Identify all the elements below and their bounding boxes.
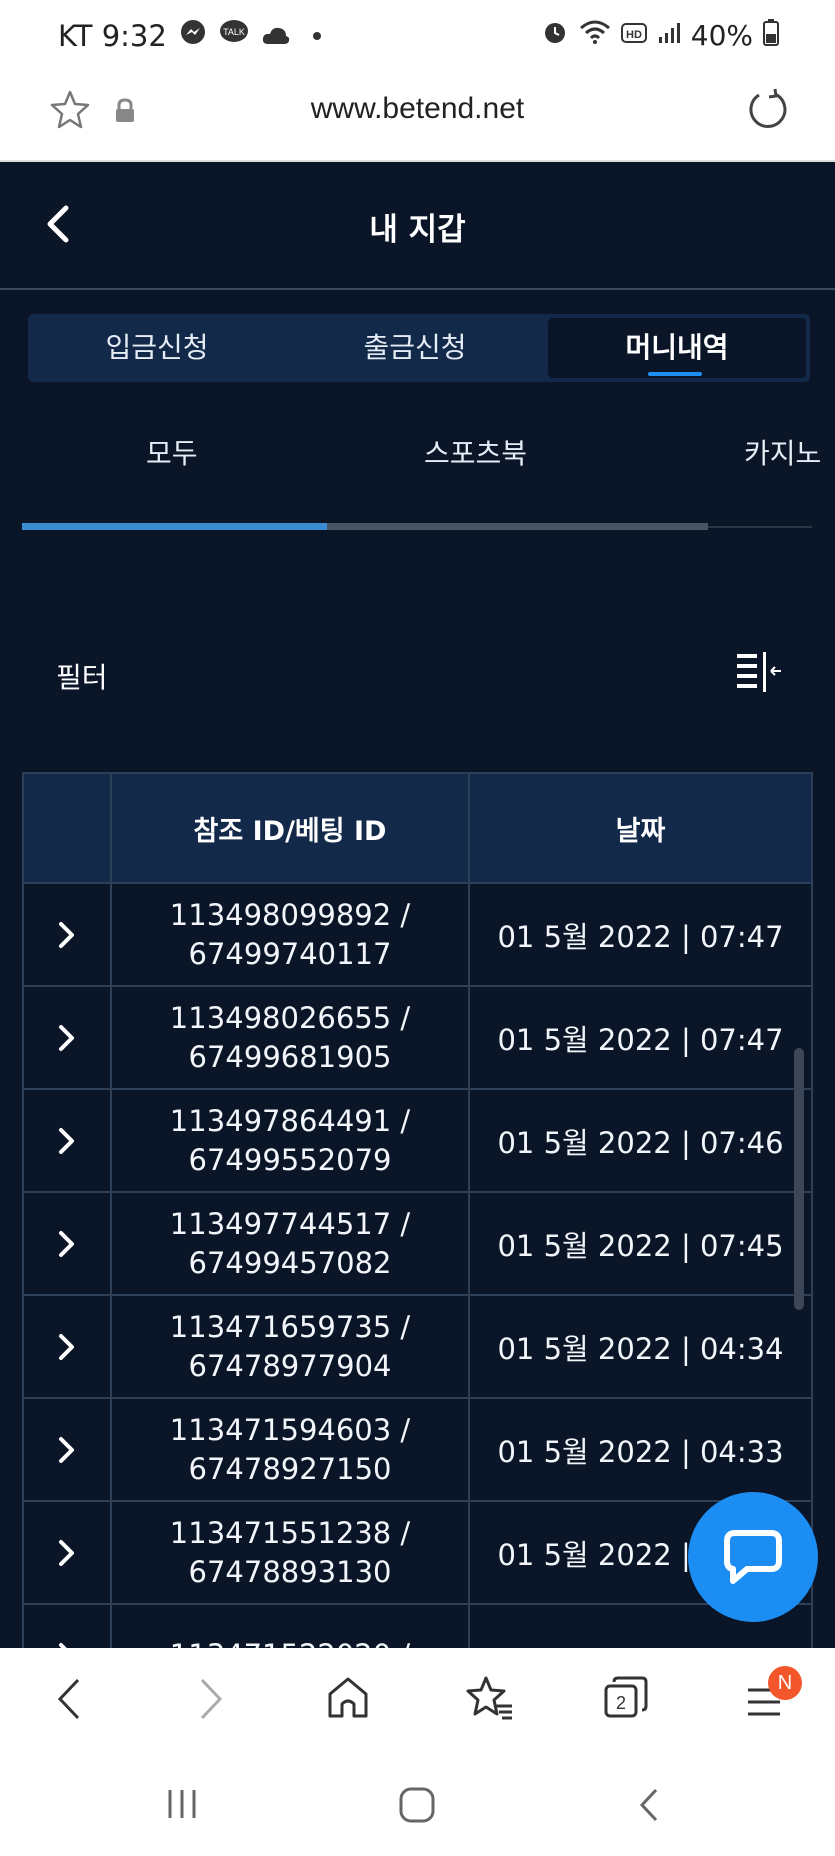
- header-date: 날짜: [615, 815, 666, 847]
- app-header: 내 지갑: [0, 162, 835, 290]
- ref-bet-id-cell: 113497744517 / 67499457082: [112, 1193, 470, 1294]
- reload-icon[interactable]: [745, 86, 791, 136]
- back-nav-icon[interactable]: [636, 1786, 662, 1828]
- table-row[interactable]: 113497864491 / 67499552079 01 5월 2022 | 07…: [24, 1090, 811, 1193]
- expand-row-chevron-icon[interactable]: [24, 1605, 112, 1648]
- home-nav-icon[interactable]: [398, 1786, 436, 1828]
- alarm-icon: [541, 18, 569, 53]
- table-row[interactable]: 113471522020 /: [24, 1605, 811, 1648]
- table-row[interactable]: 113498026655 / 67499681905 01 5월 2022 | 07…: [24, 987, 811, 1090]
- date-cell: 01 5월 2022 | 07:47: [497, 919, 784, 954]
- header-expand: [24, 774, 112, 882]
- table-scrollbar[interactable]: [794, 1048, 804, 1310]
- bet-id: 67499457082: [188, 1245, 392, 1280]
- tab-money-history[interactable]: 머니내역: [548, 318, 806, 378]
- ref-bet-id-cell: 113498099892 / 67499740117: [112, 884, 470, 985]
- battery-percent: 40%: [690, 19, 753, 52]
- subtab-casino[interactable]: 카지노: [744, 432, 835, 472]
- messenger-icon: [179, 18, 207, 53]
- subtabs: 모두 스포츠북 카지노: [22, 432, 821, 492]
- menu-icon[interactable]: N: [744, 1666, 802, 1726]
- chat-icon: [724, 1530, 782, 1584]
- expand-row-chevron-icon[interactable]: [24, 1399, 112, 1500]
- notification-dot: [312, 31, 321, 40]
- wallet-tabs: 입금신청 출금신청 머니내역: [28, 314, 810, 382]
- bet-id: 67499552079: [188, 1142, 392, 1177]
- battery-icon: [763, 18, 779, 53]
- wifi-icon: [579, 18, 611, 53]
- svg-text:TALK: TALK: [223, 27, 245, 37]
- date-cell: 01 5월 2022 | 04:34: [497, 1331, 784, 1366]
- bet-id: 67478977904: [188, 1348, 392, 1383]
- expand-row-chevron-icon[interactable]: [24, 1090, 112, 1191]
- ref-bet-id-cell: 113498026655 / 67499681905: [112, 987, 470, 1088]
- signal-icon: [657, 19, 681, 52]
- live-chat-button[interactable]: [688, 1492, 818, 1622]
- header-ref-id: 참조 ID/베팅 ID: [112, 774, 470, 882]
- date-cell: 01 5월 2022 | 07:45: [497, 1228, 784, 1263]
- ref-bet-id-cell: 113471594603 / 67478927150: [112, 1399, 470, 1500]
- date-cell: 01 5월 2022 | 07:46: [497, 1125, 784, 1160]
- tabs-count: 2: [616, 1693, 626, 1713]
- reference-id: 113471522020 /: [170, 1636, 410, 1648]
- active-tab-indicator: [648, 372, 702, 376]
- money-history-table: 참조 ID/베팅 ID 날짜 113498099892 / 67499740117…: [22, 772, 813, 1648]
- ref-bet-id-cell: 113471551238 / 67478893130: [112, 1502, 470, 1603]
- bet-id: 67478893130: [188, 1554, 392, 1589]
- hd-icon: HD: [620, 19, 647, 52]
- browser-address-bar: www.betend.net: [0, 74, 835, 162]
- browser-toolbar: 2 N: [0, 1648, 835, 1752]
- reference-id: 113498099892 /: [169, 897, 411, 932]
- subtab-all[interactable]: 모두: [146, 432, 198, 472]
- bet-id: 67478927150: [188, 1451, 392, 1486]
- reference-id: 113471551238 /: [169, 1515, 411, 1550]
- reference-id: 113497744517 /: [169, 1206, 411, 1241]
- expand-row-chevron-icon[interactable]: [24, 1296, 112, 1397]
- system-navigation-bar: [0, 1752, 835, 1856]
- status-bar: KT 9:32 TALK HD 40%: [0, 0, 835, 74]
- bookmarks-icon[interactable]: [464, 1674, 514, 1726]
- url-text[interactable]: www.betend.net: [0, 92, 835, 126]
- wallet-app: 내 지갑 입금신청 출금신청 머니내역 모두 스포츠북 카지노 필터 참조 ID…: [0, 162, 835, 1648]
- ref-bet-id-cell: 113471659735 / 67478977904: [112, 1296, 470, 1397]
- expand-row-chevron-icon[interactable]: [24, 1193, 112, 1294]
- filter-label[interactable]: 필터: [56, 656, 108, 696]
- page-title: 내 지갑: [369, 212, 466, 248]
- home-icon[interactable]: [326, 1674, 370, 1726]
- reference-id: 113498026655 /: [169, 1000, 411, 1035]
- svg-text:HD: HD: [626, 29, 642, 41]
- table-row[interactable]: 113471659735 / 67478977904 01 5월 2022 | 04…: [24, 1296, 811, 1399]
- cloud-icon: [261, 19, 291, 53]
- expand-row-chevron-icon[interactable]: [24, 987, 112, 1088]
- tab-money-history-label: 머니내역: [625, 331, 729, 364]
- carrier-time: KT 9:32: [58, 18, 167, 53]
- tabs-icon[interactable]: 2: [602, 1674, 650, 1726]
- bet-id: 67499681905: [188, 1039, 392, 1074]
- date-cell: 01 5월 2022 | 07:47: [497, 1022, 784, 1057]
- forward-icon[interactable]: [196, 1674, 226, 1728]
- expand-row-chevron-icon[interactable]: [24, 884, 112, 985]
- subtab-divider: [708, 526, 812, 528]
- subtab-active-indicator: [22, 523, 327, 530]
- filter-toggle-icon[interactable]: [735, 650, 783, 698]
- tab-withdraw[interactable]: 출금신청: [286, 318, 544, 378]
- reference-id: 113471659735 /: [169, 1309, 411, 1344]
- expand-row-chevron-icon[interactable]: [24, 1502, 112, 1603]
- table-header: 참조 ID/베팅 ID 날짜: [24, 774, 811, 884]
- table-row[interactable]: 113498099892 / 67499740117 01 5월 2022 | 07…: [24, 884, 811, 987]
- subtab-sportsbook[interactable]: 스포츠북: [424, 432, 527, 472]
- ref-bet-id-cell: 113471522020 /: [112, 1605, 470, 1648]
- reference-id: 113497864491 /: [169, 1103, 411, 1138]
- back-icon[interactable]: [54, 1674, 84, 1728]
- table-row[interactable]: 113497744517 / 67499457082 01 5월 2022 | 07…: [24, 1193, 811, 1296]
- date-cell: 01 5월 2022 | 04:33: [497, 1434, 784, 1469]
- talk-icon: TALK: [219, 18, 249, 53]
- table-row[interactable]: 113471594603 / 67478927150 01 5월 2022 | 04…: [24, 1399, 811, 1502]
- recent-apps-icon[interactable]: [164, 1786, 200, 1826]
- ref-bet-id-cell: 113497864491 / 67499552079: [112, 1090, 470, 1191]
- tab-deposit[interactable]: 입금신청: [28, 318, 286, 378]
- menu-badge: N: [768, 1666, 802, 1700]
- reference-id: 113471594603 /: [169, 1412, 411, 1447]
- bet-id: 67499740117: [188, 936, 392, 971]
